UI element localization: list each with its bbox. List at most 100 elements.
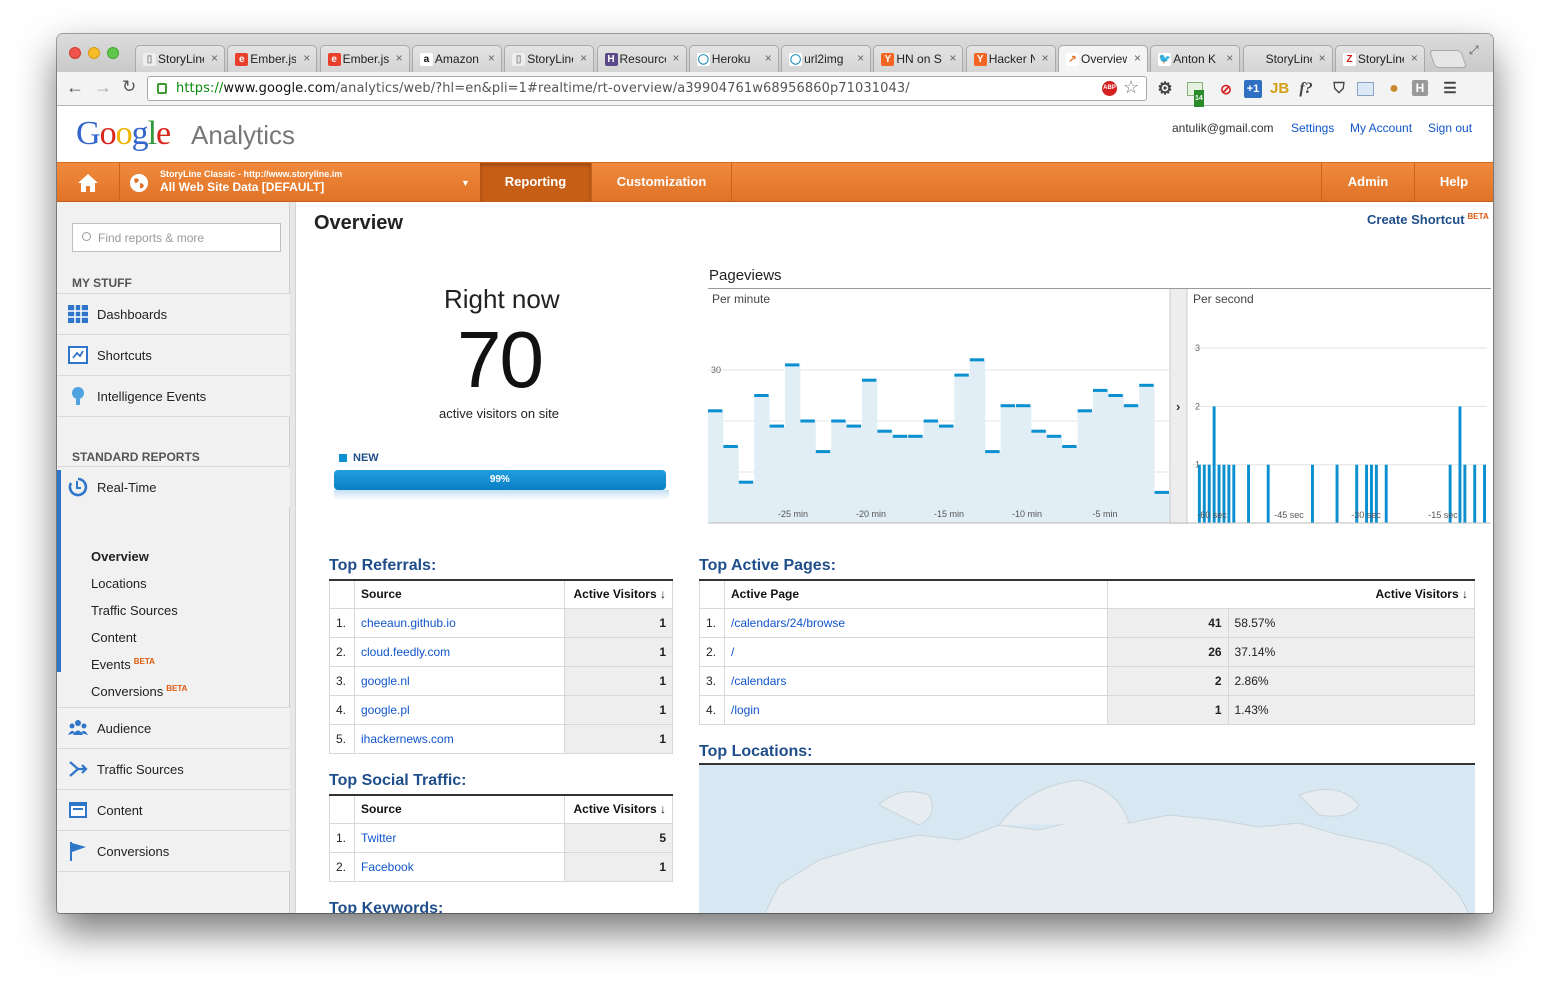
sidebar-item-audience[interactable]: Audience (57, 707, 290, 748)
col-active-visitors[interactable]: Active Visitors ↓ (1106, 580, 1476, 609)
browser-tab[interactable]: 🐦 Anton K × (1150, 45, 1241, 72)
browser-tab[interactable]: StoryLine × (1242, 45, 1333, 72)
active-visitors-cell: 1 (1106, 694, 1229, 725)
bookmark-star-icon[interactable]: ☆ (1123, 77, 1139, 98)
sidebar-item-traffic-sources[interactable]: Traffic Sources (57, 748, 290, 789)
sidebar-sub-events[interactable]: Events BETA (91, 657, 155, 672)
tab-close-icon[interactable]: × (303, 51, 310, 65)
browser-tab[interactable]: ◯ url2img × (781, 45, 872, 72)
sidebar-item-conversions[interactable]: Conversions (57, 830, 290, 871)
browser-tab[interactable]: YHacker News × (965, 45, 1056, 72)
source-link[interactable]: ihackernews.com (354, 723, 565, 754)
search-input[interactable]: Find reports & more (72, 223, 281, 252)
tab-close-icon[interactable]: × (1134, 51, 1141, 65)
address-bar[interactable]: https://www.google.com/analytics/web/?hl… (147, 76, 1147, 101)
sidebar-item-intelligence[interactable]: Intelligence Events (57, 375, 290, 416)
tab-close-icon[interactable]: × (1411, 51, 1418, 65)
browser-tab[interactable]: e Ember.js × (319, 45, 410, 72)
browser-tab[interactable]: ▯ StoryLine × (504, 45, 595, 72)
col-source[interactable]: Source (354, 580, 565, 609)
source-link[interactable]: cloud.feedly.com (354, 636, 565, 667)
f-ext-icon[interactable]: f? (1297, 80, 1315, 98)
tab-close-icon[interactable]: × (1226, 51, 1233, 65)
sign-out-link[interactable]: Sign out (1428, 121, 1472, 135)
sidebar-sub-overview[interactable]: Overview (91, 549, 149, 564)
browser-tab[interactable]: ◯ Heroku × (688, 45, 779, 72)
property-selector[interactable]: All Web Site Data [DEFAULT] (160, 180, 324, 194)
tab-close-icon[interactable]: × (672, 51, 679, 65)
sidebar-item-content[interactable]: Content (57, 789, 290, 830)
fullscreen-icon[interactable]: ⤢ (1469, 43, 1479, 58)
col-source[interactable]: Source (354, 795, 565, 824)
chevron-down-icon[interactable]: ▼ (461, 178, 470, 188)
col-active-visitors[interactable]: Active Visitors ↓ (564, 580, 673, 609)
tab-admin[interactable]: Admin (1322, 163, 1414, 203)
sidebar-item-realtime[interactable]: Real-Time (57, 466, 290, 507)
tab-reporting[interactable]: Reporting (480, 163, 591, 203)
tab-help[interactable]: Help (1415, 163, 1493, 203)
tab-close-icon[interactable]: × (765, 51, 772, 65)
calendar-ext-icon[interactable]: 14 (1187, 82, 1204, 108)
jb-ext-icon[interactable]: JB (1270, 80, 1289, 98)
google-logo[interactable]: Google (76, 115, 171, 153)
tab-close-icon[interactable]: × (1042, 51, 1049, 65)
settings-link[interactable]: Settings (1291, 121, 1334, 135)
page-link[interactable]: /calendars (724, 665, 1108, 696)
home-icon[interactable] (77, 173, 99, 193)
close-window-button[interactable] (69, 47, 81, 59)
property-url[interactable]: StoryLine Classic - http://www.storyline… (160, 169, 342, 179)
reload-button[interactable]: ↻ (122, 77, 136, 97)
zoom-window-button[interactable] (107, 47, 119, 59)
cookie-icon[interactable]: ● (1385, 80, 1403, 98)
minimize-window-button[interactable] (88, 47, 100, 59)
sidebar-sub-conversions[interactable]: Conversions BETA (91, 684, 187, 699)
source-link[interactable]: Twitter (354, 822, 565, 853)
page-link[interactable]: / (724, 636, 1108, 667)
tab-label: Ember.js (342, 52, 389, 66)
browser-tab[interactable]: a Amazon × (411, 45, 502, 72)
tab-close-icon[interactable]: × (1319, 51, 1326, 65)
tab-close-icon[interactable]: × (580, 51, 587, 65)
page-link[interactable]: /calendars/24/browse (724, 607, 1108, 638)
minute-bar (1000, 404, 1015, 408)
source-link[interactable]: google.nl (354, 665, 565, 696)
window-ext-icon[interactable] (1357, 82, 1374, 96)
page-link[interactable]: /login (724, 694, 1108, 725)
browser-tab[interactable]: Z StoryLine × (1334, 45, 1425, 72)
h-ext-icon[interactable]: H (1412, 80, 1428, 96)
adblock-icon[interactable]: ABP (1102, 81, 1117, 96)
new-tab-button[interactable] (1428, 50, 1468, 68)
back-button[interactable]: ← (66, 77, 84, 98)
col-active-visitors[interactable]: Active Visitors ↓ (564, 795, 673, 824)
menu-icon[interactable]: ☰ (1441, 80, 1459, 98)
source-link[interactable]: google.pl (354, 694, 565, 725)
tab-close-icon[interactable]: × (949, 51, 956, 65)
tab-close-icon[interactable]: × (396, 51, 403, 65)
browser-tab[interactable]: e Ember.js × (227, 45, 318, 72)
source-link[interactable]: Facebook (354, 851, 565, 882)
pocket-icon[interactable]: ⛉ (1330, 80, 1348, 98)
source-link[interactable]: cheeaun.github.io (354, 607, 565, 638)
forward-button[interactable]: → (94, 77, 112, 98)
settings-gear-icon[interactable]: ⚙ (1156, 80, 1174, 98)
my-account-link[interactable]: My Account (1350, 121, 1412, 135)
sidebar-sub-traffic-sources[interactable]: Traffic Sources (91, 603, 178, 618)
col-active-page[interactable]: Active Page (724, 580, 1108, 609)
browser-tab[interactable]: YHN on Stack × (873, 45, 964, 72)
sidebar-item-shortcuts[interactable]: Shortcuts (57, 334, 290, 375)
tab-close-icon[interactable]: × (211, 51, 218, 65)
sidebar-sub-content[interactable]: Content (91, 630, 137, 645)
tab-customization[interactable]: Customization (592, 163, 731, 203)
create-shortcut-link[interactable]: Create Shortcut BETA (1367, 212, 1489, 227)
sidebar-item-dashboards[interactable]: Dashboards (57, 293, 290, 334)
tab-close-icon[interactable]: × (857, 51, 864, 65)
browser-tab[interactable]: HResources × (596, 45, 687, 72)
browser-tab[interactable]: ▯StoryLine Classic × (135, 45, 225, 72)
sidebar-splitter[interactable] (290, 202, 296, 913)
browser-tab[interactable]: ↗ Overview × (1058, 45, 1148, 73)
plus-one-icon[interactable]: +1 (1244, 80, 1262, 98)
locations-map[interactable] (699, 763, 1475, 913)
sidebar-sub-locations[interactable]: Locations (91, 576, 147, 591)
block-ext-icon[interactable]: ⊘ (1217, 80, 1235, 98)
tab-close-icon[interactable]: × (488, 51, 495, 65)
